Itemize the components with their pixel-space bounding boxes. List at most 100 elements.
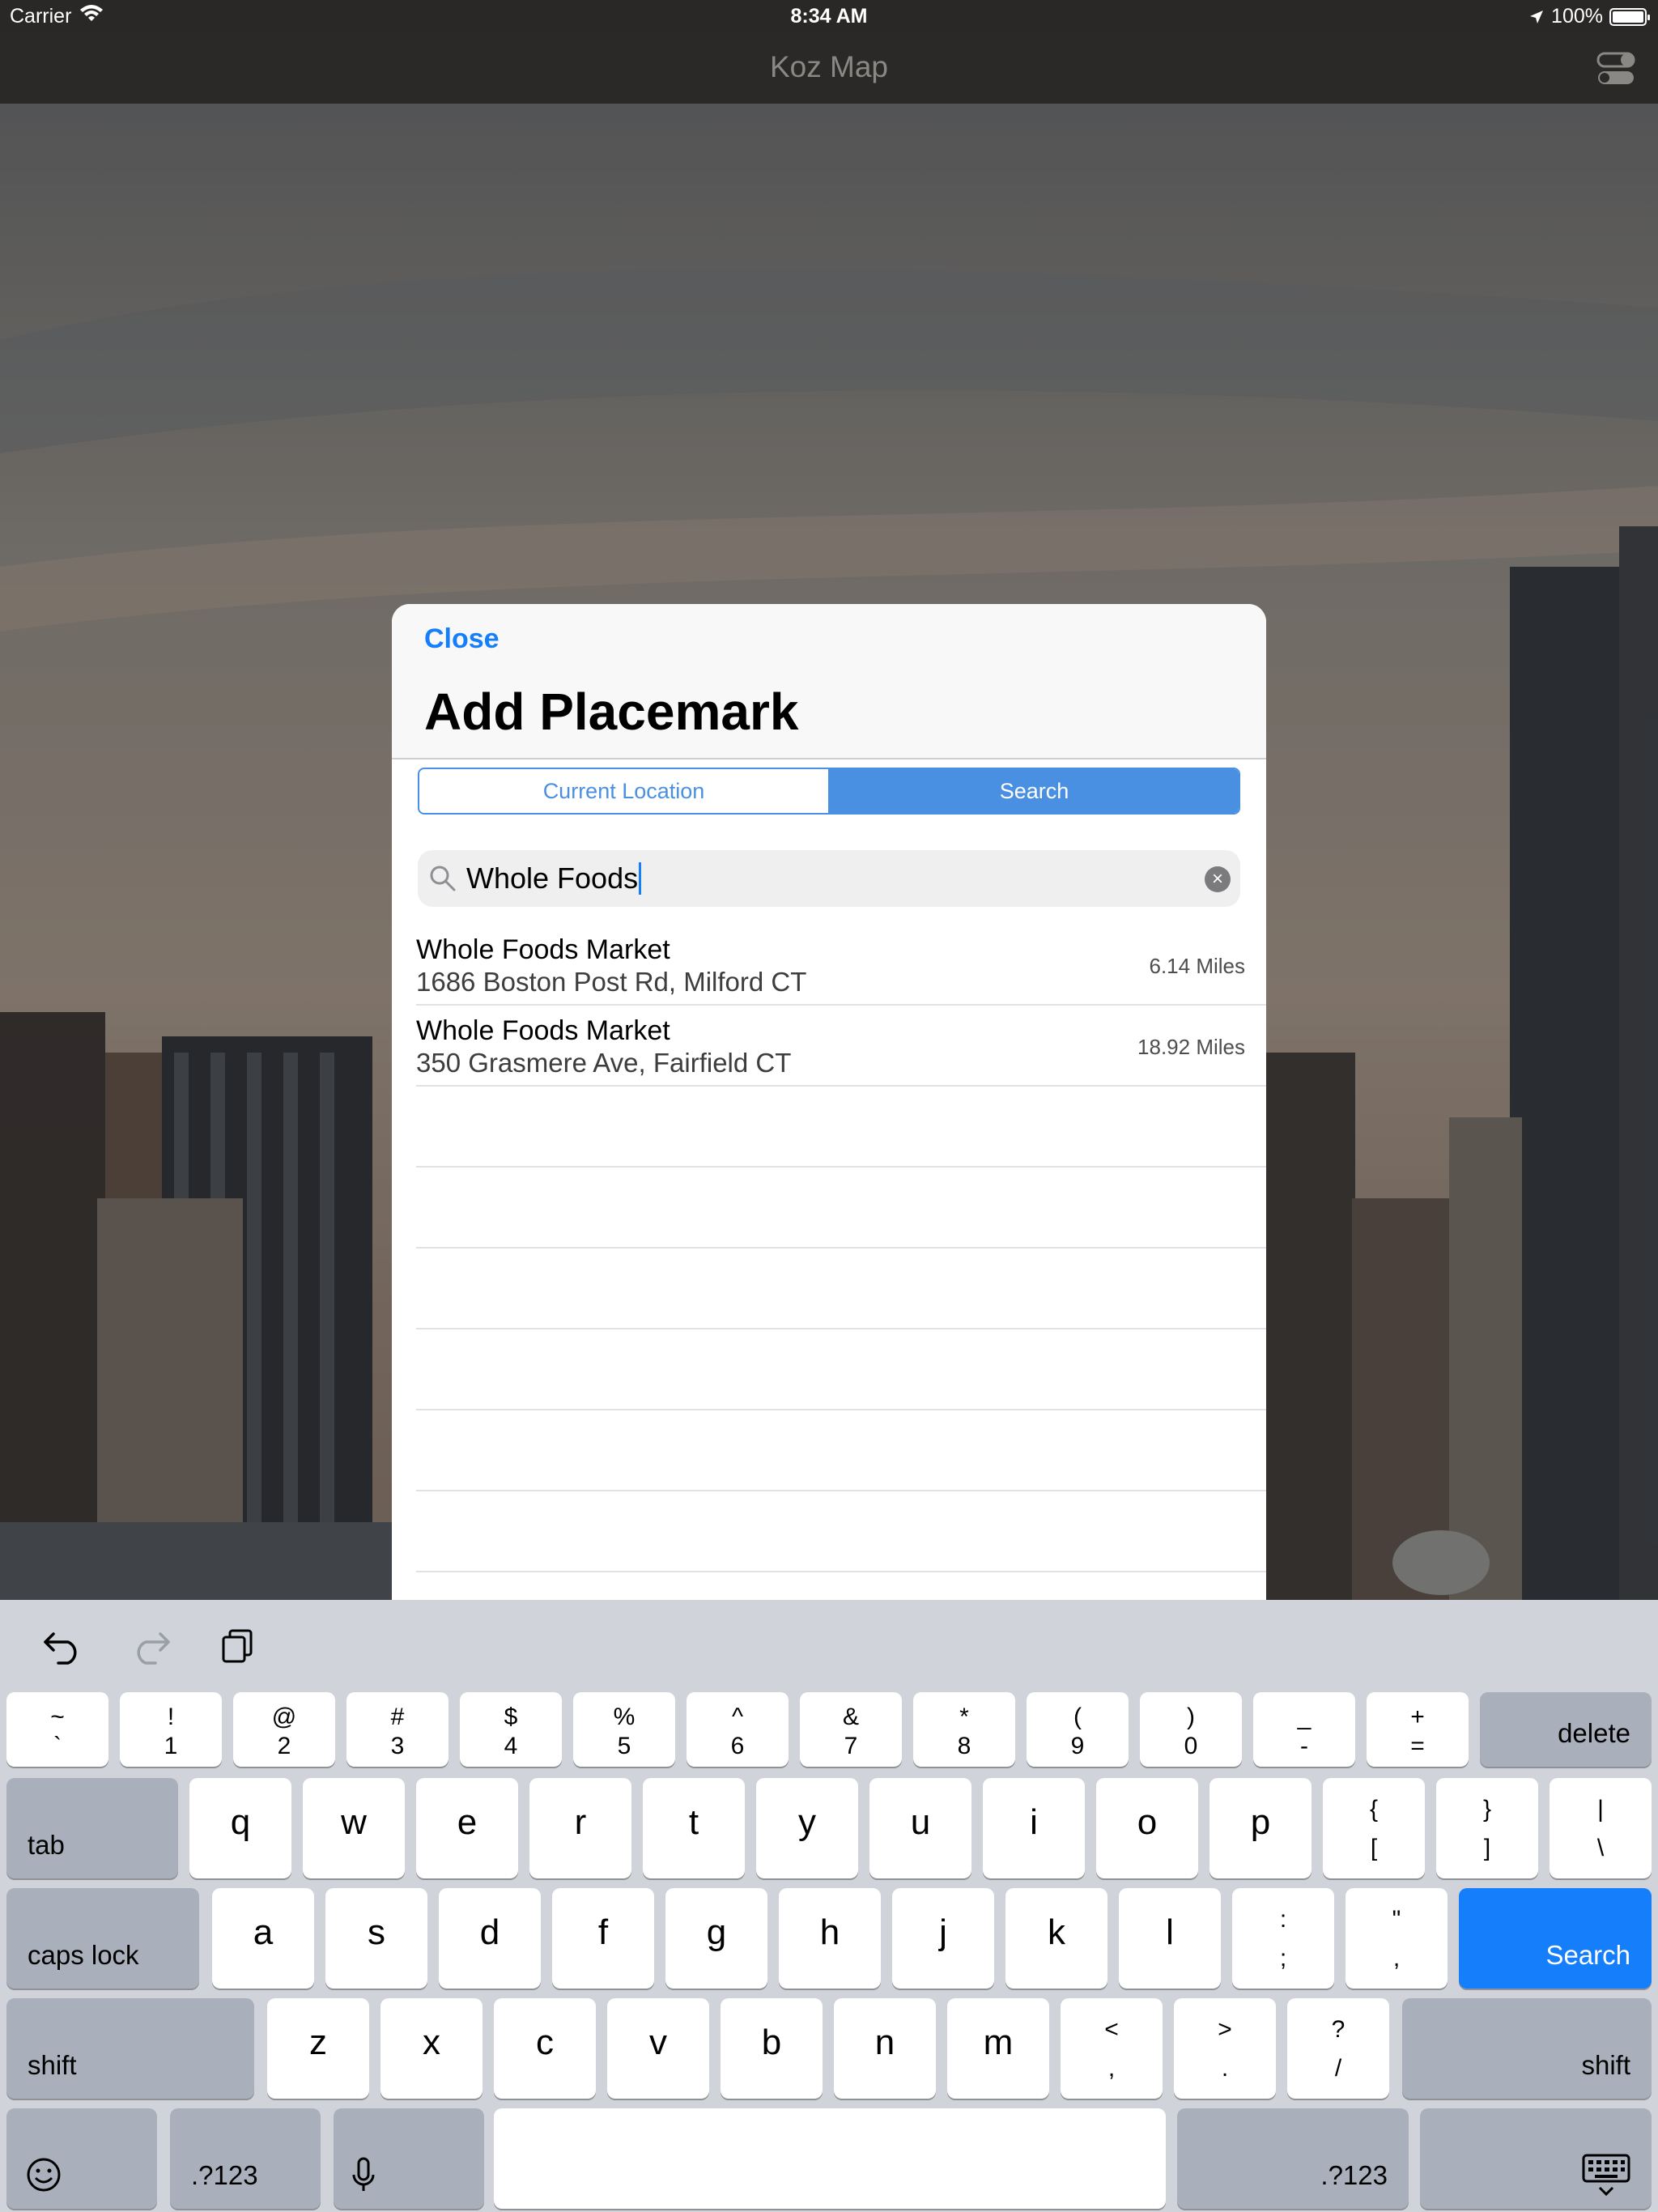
key-l[interactable]: l [1119, 1888, 1221, 1989]
key-[[interactable]: {[ [1323, 1778, 1425, 1878]
key-q[interactable]: q [189, 1778, 291, 1878]
result-address: 350 Grasmere Ave, Fairfield CT [416, 1048, 792, 1078]
key-\[interactable]: | \ [1550, 1778, 1652, 1878]
key-a[interactable]: a [212, 1888, 314, 1989]
key-shift-char: # [390, 1704, 405, 1730]
key-z[interactable]: z [267, 1998, 369, 2099]
key-m[interactable]: m [947, 1998, 1049, 2099]
shift-label: shift [28, 2050, 77, 2080]
key-f[interactable]: f [552, 1888, 654, 1989]
key-4[interactable]: $4 [460, 1692, 562, 1767]
list-item[interactable]: Whole Foods Market 350 Grasmere Ave, Fai… [416, 1006, 1266, 1087]
location-mode-segmented-control: Current Location Search [418, 768, 1240, 815]
key-t[interactable]: t [643, 1778, 745, 1878]
key-char: l [1166, 1912, 1174, 1952]
search-input[interactable]: Whole Foods [466, 861, 642, 895]
key-7[interactable]: & 7 [800, 1692, 902, 1767]
redo-icon[interactable] [130, 1626, 172, 1665]
space-bar[interactable] [494, 2108, 1166, 2209]
key--[interactable]: _ - [1253, 1692, 1355, 1767]
segment-current-location[interactable]: Current Location [419, 769, 828, 813]
key-g[interactable]: g [665, 1888, 767, 1989]
modal-title: Add Placemark [424, 683, 799, 741]
dictation-key[interactable] [334, 2108, 484, 2209]
modal-header: Close Add Placemark [392, 604, 1266, 759]
key-0[interactable]: ) 0 [1140, 1692, 1242, 1767]
key-i[interactable]: i [983, 1778, 1085, 1878]
microphone-icon [352, 2157, 375, 2191]
key-1[interactable]: ! 1 [120, 1692, 222, 1767]
delete-key-label: delete [1558, 1718, 1630, 1748]
key-o[interactable]: o [1096, 1778, 1198, 1878]
key-k[interactable]: k [1005, 1888, 1107, 1989]
key-char: q [230, 1802, 251, 1842]
list-item[interactable]: Whole Foods Market 1686 Boston Post Rd, … [416, 925, 1266, 1006]
key-r[interactable]: r [529, 1778, 631, 1878]
key-5[interactable]: % 5 [573, 1692, 675, 1767]
key-p[interactable]: p [1209, 1778, 1312, 1878]
key-symbol[interactable]: :; [1232, 1888, 1334, 1989]
key-symbol[interactable]: ", [1346, 1888, 1448, 1989]
emoji-key[interactable] [6, 2108, 157, 2209]
key-9[interactable]: (9 [1027, 1692, 1129, 1767]
key-e[interactable]: e [416, 1778, 518, 1878]
search-key[interactable]: Search [1459, 1888, 1652, 1989]
key-shift-char: < [1104, 2016, 1119, 2043]
key-v[interactable]: v [607, 1998, 709, 2099]
key-x[interactable]: x [380, 1998, 483, 2099]
search-bar[interactable]: Whole Foods × [418, 850, 1240, 907]
shift-left-key[interactable]: shift [6, 1998, 254, 2099]
settings-toggle-icon[interactable] [1596, 50, 1635, 87]
segment-search[interactable]: Search [828, 769, 1239, 813]
numbers-key[interactable]: .?123 [170, 2108, 321, 2209]
key-char: \ [1596, 1835, 1605, 1861]
key-char: n [874, 2023, 895, 2062]
undo-icon[interactable] [42, 1626, 84, 1665]
key-b[interactable]: b [721, 1998, 823, 2099]
key-char: f [597, 1912, 609, 1952]
key-symbol[interactable]: ? / [1287, 1998, 1389, 2099]
key-symbol[interactable]: <, [1061, 1998, 1163, 2099]
key-][interactable]: }] [1436, 1778, 1538, 1878]
key-shift-char: _ [1297, 1704, 1312, 1730]
key-char: t [688, 1802, 699, 1842]
key-2[interactable]: @2 [233, 1692, 335, 1767]
key-8[interactable]: * 8 [913, 1692, 1015, 1767]
hide-keyboard-key[interactable] [1420, 2108, 1652, 2209]
shift-right-key[interactable]: shift [1402, 1998, 1652, 2099]
key-char: 8 [957, 1733, 971, 1759]
close-button[interactable]: Close [424, 623, 500, 655]
key-shift-char: ( [1073, 1704, 1082, 1730]
key-char: y [798, 1802, 816, 1842]
key-u[interactable]: u [869, 1778, 971, 1878]
key-char: ; [1279, 1945, 1287, 1972]
key-d[interactable]: d [439, 1888, 541, 1989]
delete-key[interactable]: delete [1480, 1692, 1652, 1767]
key-char: d [479, 1912, 500, 1952]
key-h[interactable]: h [779, 1888, 881, 1989]
key-=[interactable]: + = [1367, 1692, 1469, 1767]
key-j[interactable]: j [892, 1888, 994, 1989]
key-`[interactable]: ~ ` [6, 1692, 108, 1767]
numbers-key-label: .?123 [191, 2160, 258, 2190]
key-shift-char: * [959, 1704, 969, 1730]
key-3[interactable]: #3 [346, 1692, 449, 1767]
empty-row [416, 1491, 1266, 1572]
keyboard-dismiss-icon [1582, 2154, 1630, 2197]
on-screen-keyboard: ~ `! 1 @2 #3 $4% 5 ^ 6 & 7 * 8(9) 0 _ - + = delete tab q w e r t… [0, 1600, 1658, 2212]
key-n[interactable]: n [834, 1998, 936, 2099]
key-6[interactable]: ^ 6 [687, 1692, 789, 1767]
tab-key[interactable]: tab [6, 1778, 178, 1878]
key-char: g [706, 1912, 727, 1952]
key-y[interactable]: y [756, 1778, 858, 1878]
clear-search-icon[interactable]: × [1205, 866, 1231, 892]
key-c[interactable]: c [494, 1998, 596, 2099]
numbers-key-right[interactable]: .?123 [1177, 2108, 1409, 2209]
key-s[interactable]: s [325, 1888, 427, 1989]
paste-icon[interactable] [219, 1626, 261, 1665]
key-char: - [1300, 1733, 1308, 1759]
key-char: e [457, 1802, 478, 1842]
key-symbol[interactable]: >. [1174, 1998, 1276, 2099]
key-w[interactable]: w [303, 1778, 405, 1878]
caps-lock-key[interactable]: caps lock [6, 1888, 199, 1989]
